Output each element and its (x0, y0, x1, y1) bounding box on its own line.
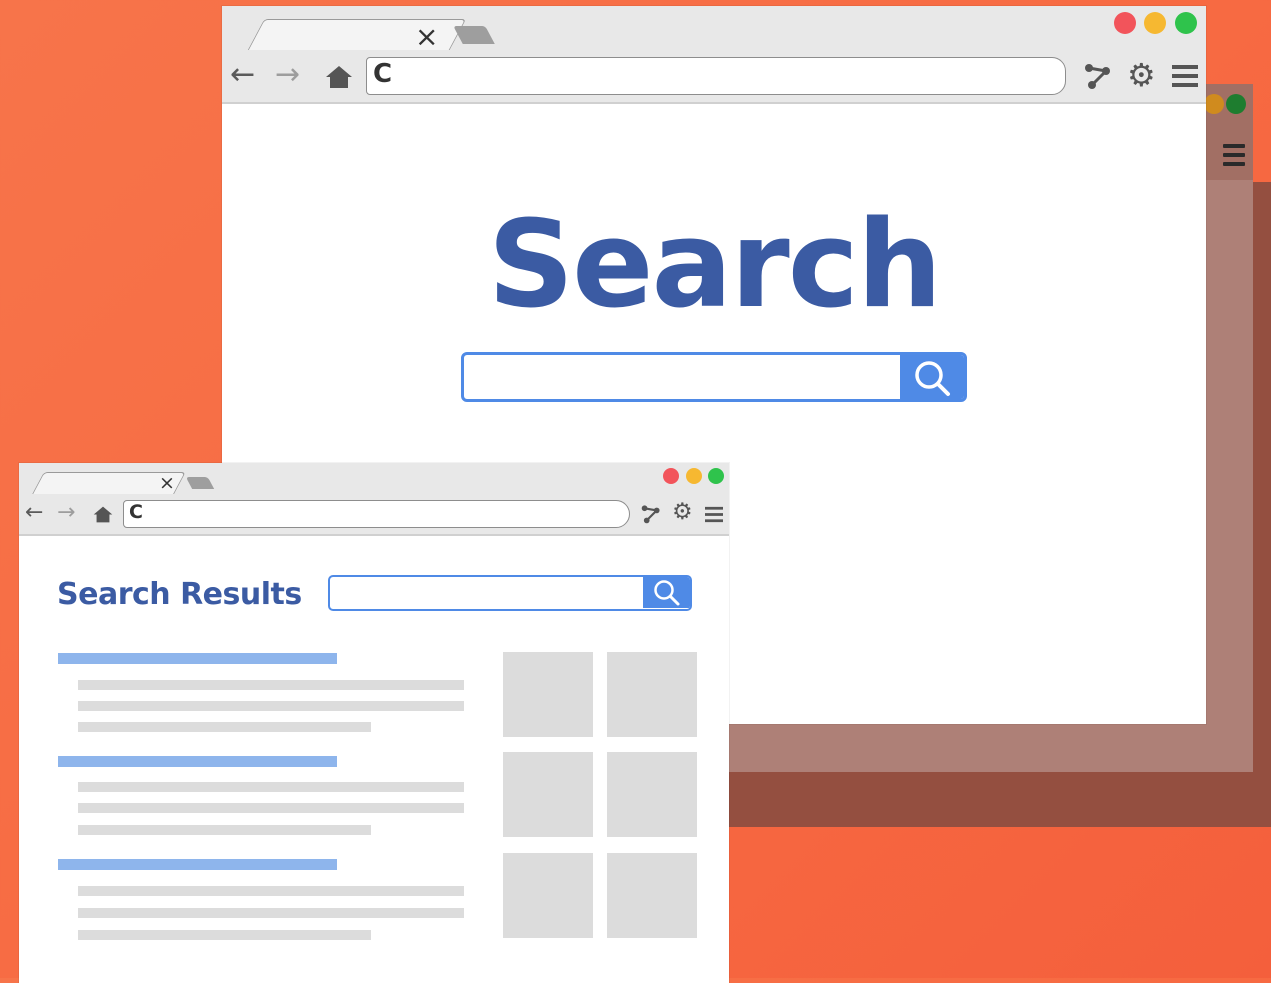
share-icon[interactable] (1084, 62, 1112, 90)
traffic-light-red-icon[interactable] (663, 468, 679, 484)
reload-icon[interactable]: C (129, 503, 143, 522)
arrow-right-icon[interactable]: → (275, 60, 300, 90)
result-snippet-line (78, 886, 464, 896)
result-snippet-line (78, 803, 464, 813)
search-button[interactable] (900, 355, 964, 399)
hamburger-menu-icon[interactable] (1172, 64, 1198, 88)
address-bar[interactable]: C (123, 500, 630, 528)
traffic-light-yellow-icon[interactable] (1144, 12, 1166, 34)
arrow-left-icon[interactable]: ← (230, 60, 255, 90)
traffic-light-green-icon (1226, 94, 1246, 114)
result-snippet-line (78, 825, 371, 835)
page-title: Search (487, 196, 943, 335)
new-tab-button[interactable] (185, 477, 215, 489)
traffic-light-red-icon[interactable] (1114, 12, 1136, 34)
close-tab-icon[interactable]: × (159, 472, 175, 494)
image-thumbnail[interactable] (607, 853, 697, 938)
reload-icon[interactable]: C (373, 61, 392, 87)
magnifier-icon (915, 361, 950, 396)
image-thumbnail[interactable] (503, 853, 593, 938)
result-snippet-line (78, 908, 464, 918)
result-snippet-line (78, 782, 464, 792)
search-input[interactable] (464, 355, 904, 399)
browser-chrome: × ← → C ⚙ (222, 6, 1206, 104)
result-title-bar[interactable] (58, 859, 337, 870)
search-button[interactable] (643, 577, 690, 608)
image-thumbnail[interactable] (607, 652, 697, 737)
gear-icon[interactable]: ⚙ (672, 501, 693, 524)
home-icon[interactable] (325, 64, 353, 90)
traffic-light-green-icon[interactable] (1175, 12, 1197, 34)
search-box (461, 352, 967, 402)
close-tab-icon[interactable]: × (415, 20, 438, 53)
address-bar[interactable]: C (366, 57, 1066, 95)
traffic-light-yellow-icon[interactable] (686, 468, 702, 484)
result-title-bar[interactable] (58, 653, 337, 664)
share-icon[interactable] (641, 504, 661, 524)
arrow-right-icon[interactable]: → (57, 502, 75, 524)
result-snippet-line (78, 722, 371, 732)
new-tab-button[interactable] (453, 26, 495, 44)
result-snippet-line (78, 701, 464, 711)
search-input[interactable] (330, 577, 642, 608)
result-snippet-line (78, 930, 371, 940)
hamburger-menu-icon[interactable] (705, 506, 723, 523)
magnifier-icon (654, 580, 680, 606)
browser-chrome: × ← → C ⚙ (19, 463, 729, 536)
image-thumbnail[interactable] (607, 752, 697, 837)
home-icon[interactable] (93, 505, 113, 524)
traffic-light-green-icon[interactable] (708, 468, 724, 484)
results-search-box (328, 575, 692, 611)
result-title-bar[interactable] (58, 756, 337, 767)
arrow-left-icon[interactable]: ← (25, 502, 43, 524)
results-heading: Search Results (57, 577, 302, 612)
image-thumbnail[interactable] (503, 752, 593, 837)
gear-icon[interactable]: ⚙ (1127, 59, 1156, 91)
traffic-light-yellow-icon (1204, 94, 1224, 114)
results-browser-window: × ← → C ⚙ Search Results (19, 463, 729, 983)
result-snippet-line (78, 680, 464, 690)
image-thumbnail[interactable] (503, 652, 593, 737)
